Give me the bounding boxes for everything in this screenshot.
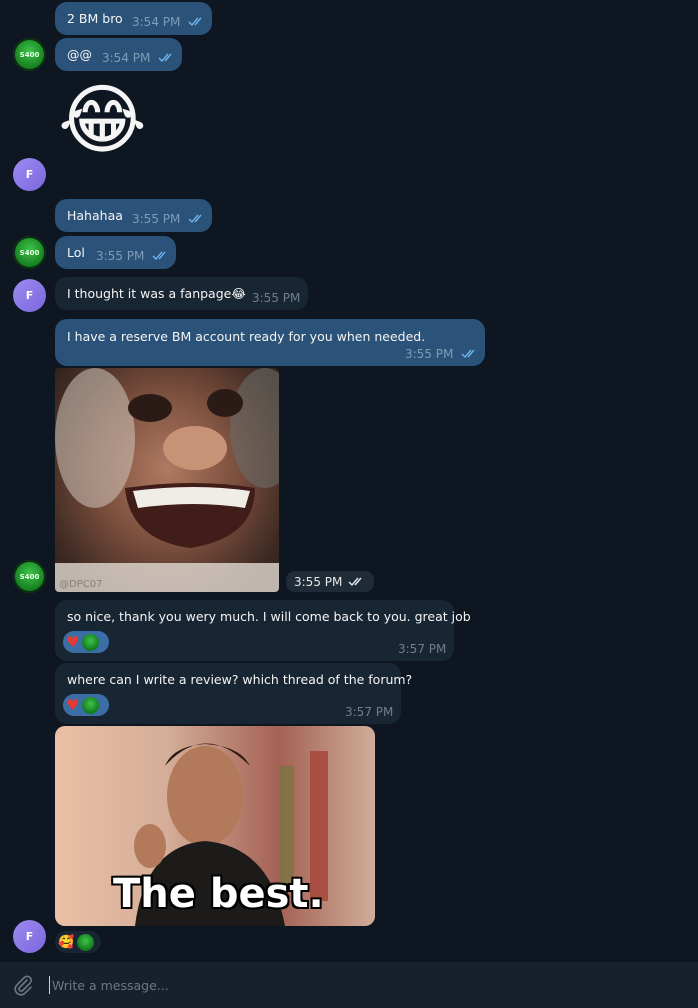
avatar[interactable]: S400: [13, 38, 46, 71]
heart-icon: ♥: [66, 695, 80, 714]
avatar[interactable]: S400: [13, 560, 46, 593]
message-text: 2 BM bro: [67, 11, 123, 26]
message-time: 3:55 PM: [405, 347, 454, 361]
double-check-icon: [461, 349, 475, 359]
reactor-avatar: [77, 933, 95, 951]
message-bubble[interactable]: I thought it was a fanpage😂 3:55 PM: [55, 277, 308, 310]
reaction-badge[interactable]: 🥰: [55, 931, 101, 953]
message-text: I thought it was a fanpage😂: [67, 286, 246, 301]
message-bubble[interactable]: Hahahaa 3:55 PM: [55, 199, 212, 232]
message-time: 3:54 PM: [102, 51, 151, 65]
message-time: 3:54 PM: [132, 15, 181, 29]
message-input[interactable]: Write a message...: [52, 978, 169, 993]
message-text: Hahahaa: [67, 208, 123, 223]
avatar[interactable]: F: [13, 279, 46, 312]
reaction-badge[interactable]: ♥: [63, 694, 109, 716]
message-time: 3:55 PM: [252, 291, 301, 305]
message-time: 3:55 PM: [96, 249, 145, 263]
reactor-avatar: [82, 633, 100, 651]
reactor-avatar: [82, 696, 100, 714]
message-time: 3:55 PM: [132, 212, 181, 226]
double-check-icon: [158, 53, 172, 63]
message-bubble[interactable]: @@ 3:54 PM: [55, 38, 182, 71]
message-bubble[interactable]: I have a reserve BM account ready for yo…: [55, 319, 485, 366]
text-caret: [49, 976, 50, 994]
message-bubble[interactable]: 2 BM bro 3:54 PM: [55, 2, 212, 35]
paperclip-icon[interactable]: [12, 974, 34, 996]
double-check-icon: [188, 214, 202, 224]
double-check-icon: [152, 251, 166, 261]
gif-image[interactable]: The best.: [55, 726, 375, 926]
reaction-emoji: 🥰: [58, 934, 75, 950]
message-text: so nice, thank you wery much. I will com…: [67, 609, 471, 624]
message-text: I have a reserve BM account ready for yo…: [67, 329, 426, 344]
avatar[interactable]: S400: [13, 236, 46, 269]
avatar[interactable]: F: [13, 158, 46, 191]
heart-icon: ♥: [66, 632, 80, 651]
face-illustration: [55, 368, 279, 592]
message-bubble[interactable]: so nice, thank you wery much. I will com…: [55, 600, 471, 661]
message-time: 3:55 PM: [294, 574, 343, 589]
message-time: 3:57 PM: [345, 705, 394, 719]
message-time: 3:57 PM: [398, 642, 447, 656]
message-text: where can I write a review? which thread…: [67, 672, 413, 687]
double-check-icon: [348, 577, 362, 586]
double-check-icon: [188, 17, 202, 27]
message-bubble[interactable]: Lol 3:55 PM: [55, 236, 176, 269]
message-bubble[interactable]: where can I write a review? which thread…: [55, 663, 412, 724]
watermark: @DPC07: [59, 579, 103, 590]
image-time-badge: 3:55 PM: [286, 571, 375, 592]
image-caption: The best.: [113, 871, 324, 917]
message-text: Lol: [67, 245, 85, 260]
emoji-sticker[interactable]: 😂: [58, 82, 147, 158]
gif-image[interactable]: @DPC07: [55, 368, 279, 592]
message-composer: Write a message...: [0, 962, 698, 1008]
avatar[interactable]: F: [13, 920, 46, 953]
message-text: @@: [67, 47, 92, 62]
reaction-badge[interactable]: ♥: [63, 631, 109, 653]
